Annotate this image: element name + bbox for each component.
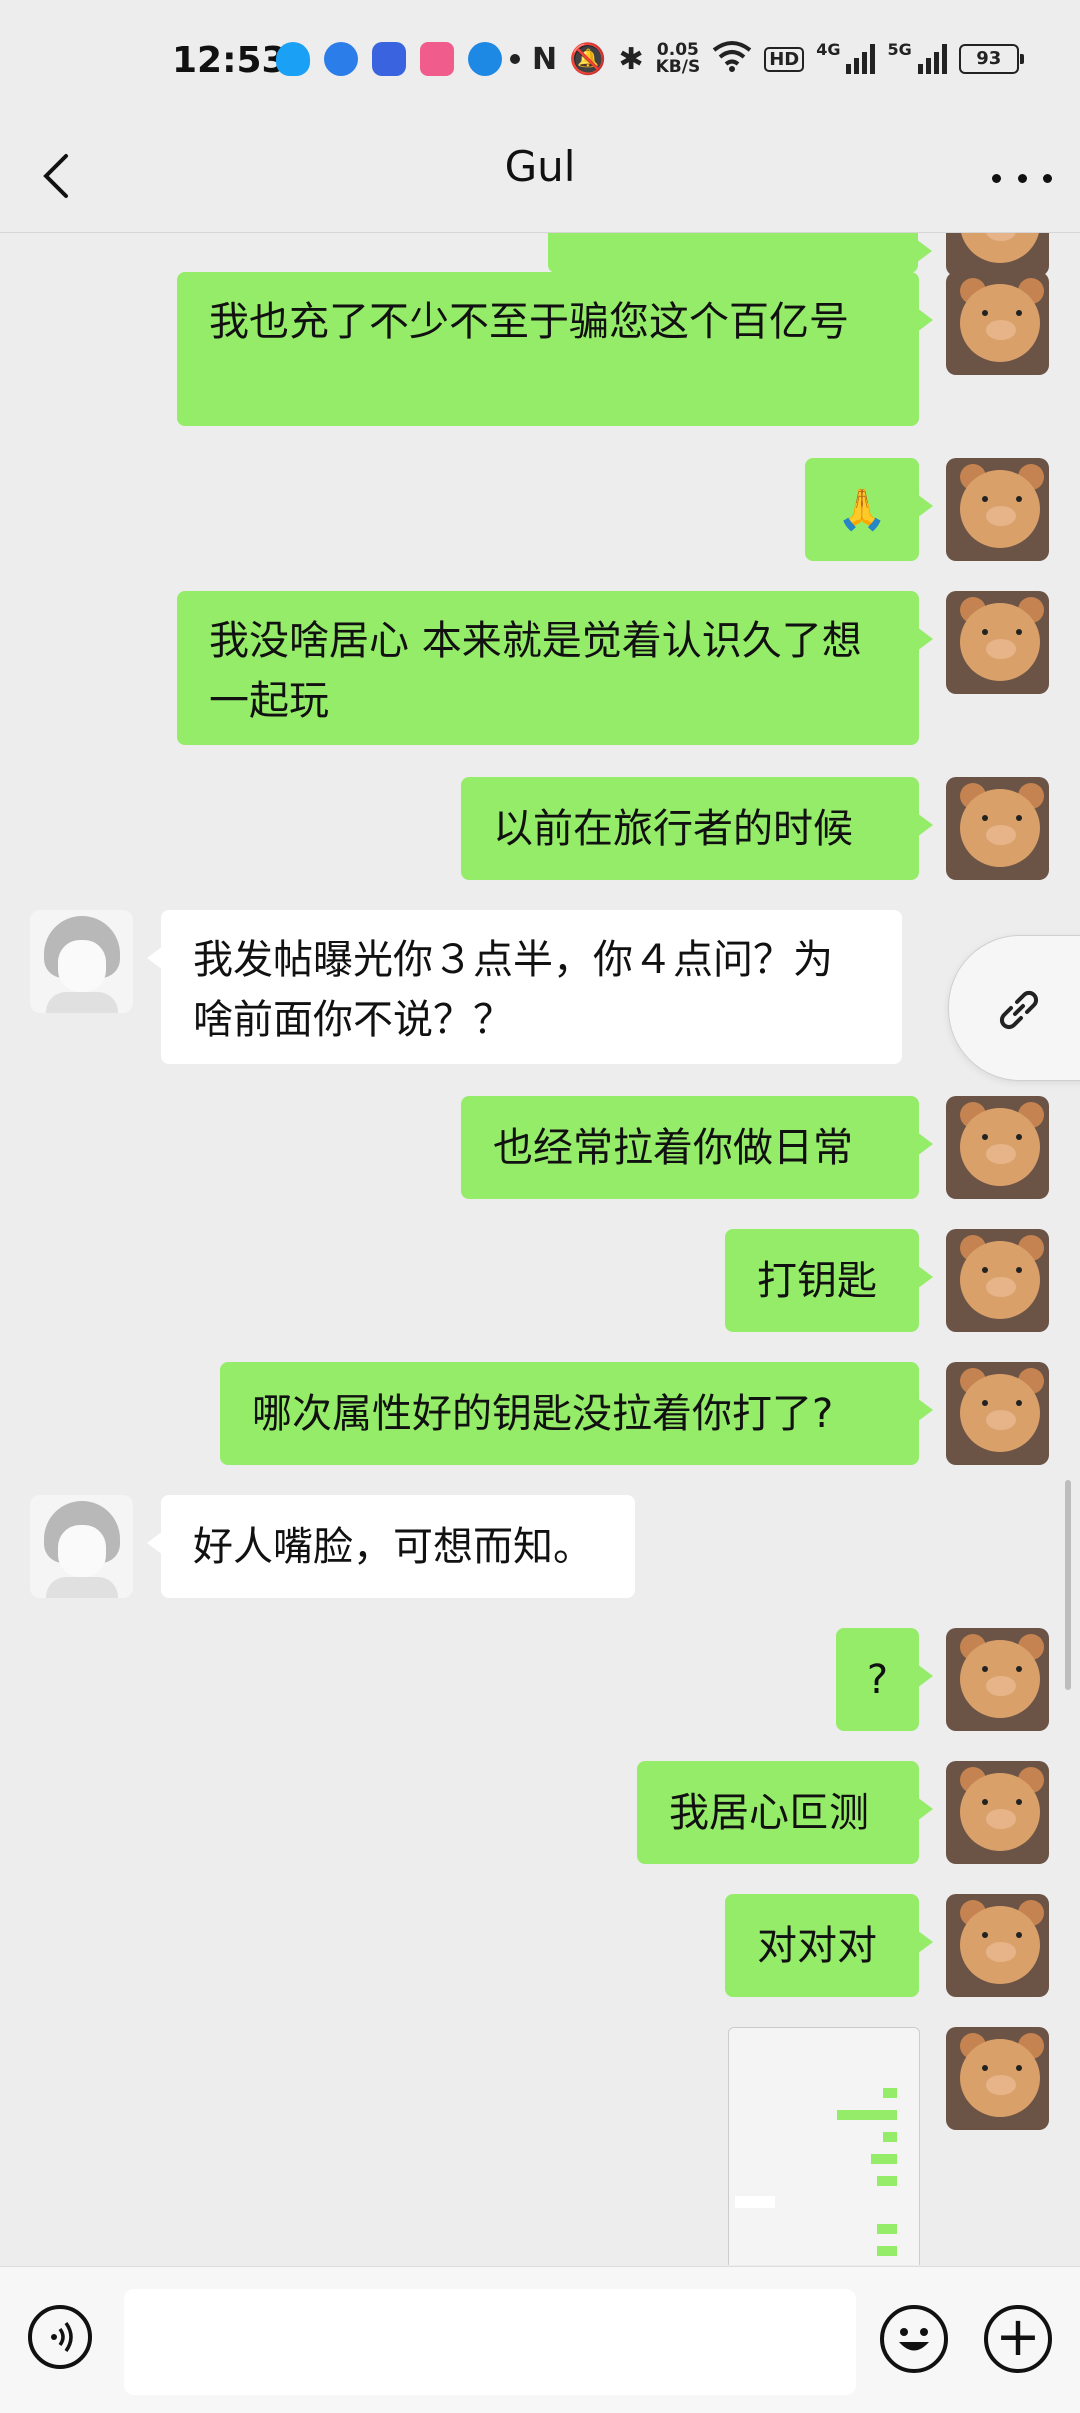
app-icon bbox=[468, 42, 502, 76]
my-avatar[interactable] bbox=[946, 777, 1049, 880]
browser-icon bbox=[324, 42, 358, 76]
my-avatar[interactable] bbox=[946, 1096, 1049, 1199]
net-speed-unit: KB/S bbox=[655, 57, 701, 77]
message-bubble[interactable]: 好人嘴脸，可想而知。 bbox=[147, 1495, 635, 1598]
message-bubble[interactable]: 哪次属性好的钥匙没拉着你打了? bbox=[220, 1362, 933, 1465]
plus-icon[interactable]: + bbox=[984, 2305, 1052, 2373]
dot-icon bbox=[510, 54, 520, 64]
my-avatar[interactable] bbox=[946, 1894, 1049, 1997]
contact-avatar[interactable] bbox=[30, 1495, 133, 1598]
message-bubble-emoji[interactable]: 🙏 bbox=[805, 458, 933, 561]
message-bubble[interactable]: 我居心叵测 bbox=[637, 1761, 933, 1864]
chat-title: Gul bbox=[504, 142, 576, 191]
my-avatar[interactable] bbox=[946, 272, 1049, 375]
wifi-icon bbox=[712, 40, 752, 78]
emoji-icon[interactable] bbox=[880, 2305, 948, 2373]
chat-header: Gul bbox=[0, 120, 1080, 233]
screenshot-image-message[interactable] bbox=[728, 2027, 920, 2265]
chat-messages[interactable]: 我也充了不少不至于骗您这个百亿号 🙏 我没啥居心 本来就是觉着认识久了想一起玩 … bbox=[0, 233, 1080, 2265]
bluetooth-icon: ✱ bbox=[618, 41, 644, 77]
sim1-network: 4G bbox=[816, 40, 841, 59]
my-avatar[interactable] bbox=[946, 1362, 1049, 1465]
message-bubble-partial[interactable] bbox=[548, 233, 932, 273]
link-icon bbox=[999, 990, 1039, 1030]
message-bubble[interactable]: 对对对 bbox=[725, 1894, 933, 1997]
message-bubble[interactable]: 打钥匙 bbox=[725, 1229, 933, 1332]
message-bubble[interactable]: 我也充了不少不至于骗您这个百亿号 bbox=[177, 272, 933, 426]
my-avatar[interactable] bbox=[946, 458, 1049, 561]
message-bubble[interactable]: 以前在旅行者的时候 bbox=[461, 777, 933, 880]
voice-icon[interactable] bbox=[28, 2305, 92, 2369]
notification-icons bbox=[276, 42, 502, 76]
my-avatar[interactable] bbox=[946, 1229, 1049, 1332]
network-speed: 0.05 KB/S bbox=[656, 42, 701, 76]
message-bubble[interactable]: ? bbox=[836, 1628, 933, 1731]
battery-icon: 93 bbox=[958, 44, 1024, 74]
message-bubble[interactable]: 我没啥居心 本来就是觉着认识久了想一起玩 bbox=[177, 591, 933, 745]
contact-avatar[interactable] bbox=[30, 910, 133, 1013]
my-avatar[interactable] bbox=[946, 1628, 1049, 1731]
scrollbar[interactable] bbox=[1065, 1480, 1071, 1690]
signal2-icon bbox=[917, 44, 947, 74]
status-bar: 12:53 N 🔕 ✱ 0.05 KB/S HD 4G 5G 93 bbox=[0, 0, 1080, 120]
qq-icon bbox=[276, 42, 310, 76]
input-bar: + bbox=[0, 2266, 1080, 2413]
more-dots-icon[interactable] bbox=[992, 158, 1052, 198]
message-bubble[interactable]: 我发帖曝光你３点半，你４点问？为啥前面你不说？？ bbox=[147, 910, 902, 1064]
message-input[interactable] bbox=[124, 2289, 856, 2395]
floating-link-button[interactable] bbox=[948, 935, 1080, 1081]
signal1-icon bbox=[846, 44, 876, 74]
mute-icon: 🔕 bbox=[569, 41, 607, 77]
video-app-icon bbox=[420, 42, 454, 76]
nfc-icon: N bbox=[532, 41, 558, 77]
baidu-icon bbox=[372, 42, 406, 76]
my-avatar[interactable] bbox=[946, 2027, 1049, 2130]
message-bubble[interactable]: 也经常拉着你做日常 bbox=[461, 1096, 933, 1199]
hd-icon: HD bbox=[764, 46, 805, 72]
my-avatar[interactable] bbox=[946, 233, 1049, 276]
my-avatar[interactable] bbox=[946, 1761, 1049, 1864]
status-right: N 🔕 ✱ 0.05 KB/S HD 4G 5G 93 bbox=[510, 40, 1024, 78]
sim2-network: 5G bbox=[887, 40, 912, 59]
status-time: 12:53 bbox=[172, 40, 287, 81]
my-avatar[interactable] bbox=[946, 591, 1049, 694]
